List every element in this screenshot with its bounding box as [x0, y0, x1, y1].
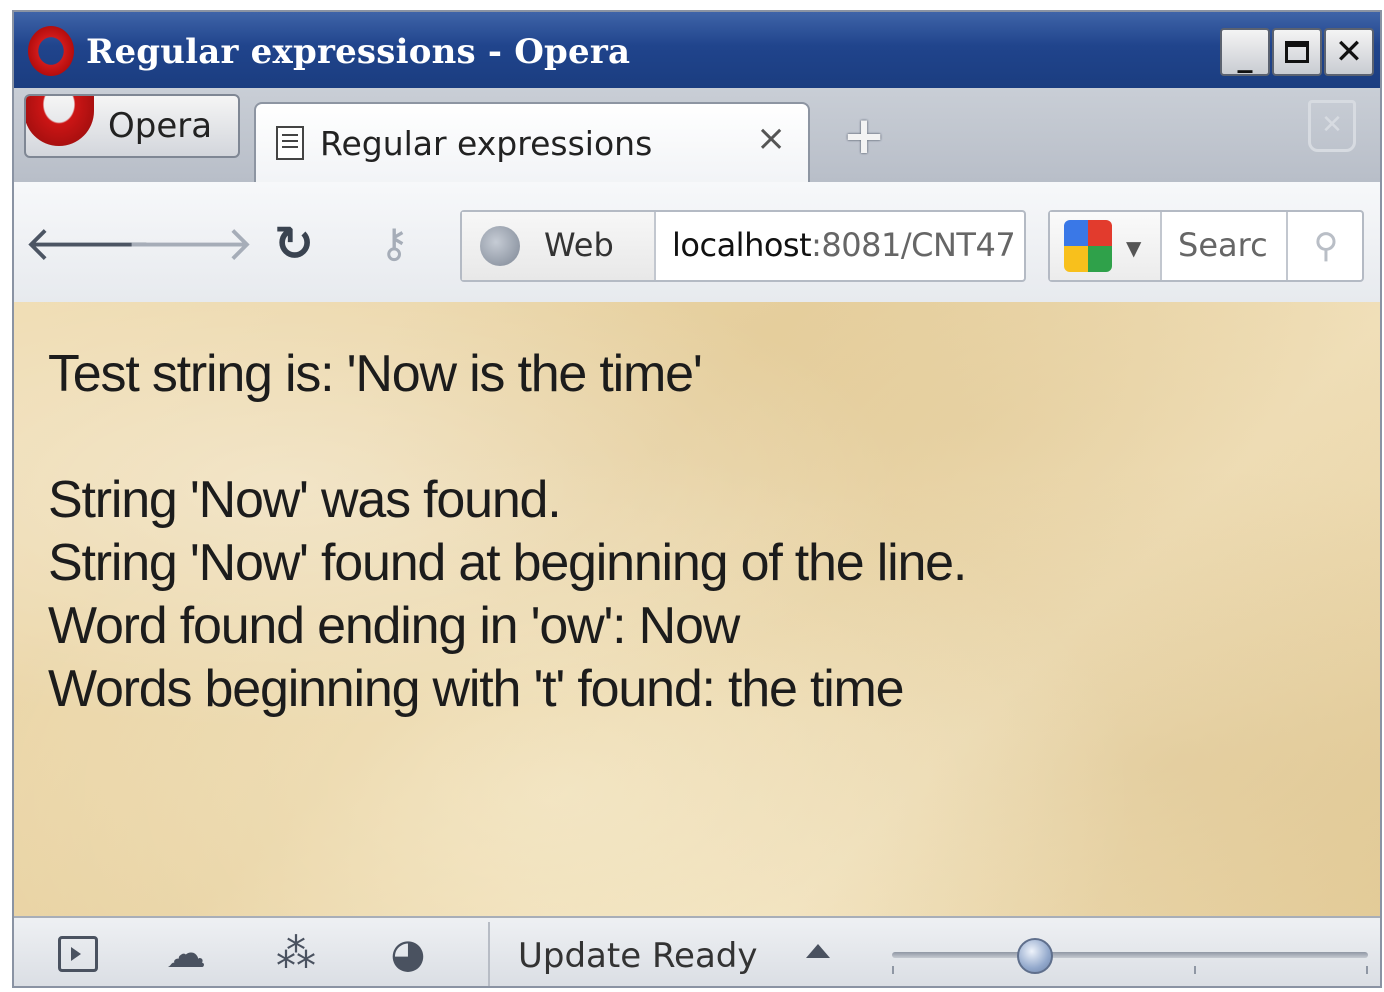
zoom-tick [1194, 966, 1196, 974]
navigation-toolbar: 🡐 🡒 ↻ ⚷ Web localhost:8081/CNT47 ▼ Searc… [14, 182, 1380, 304]
tab-regular-expressions[interactable]: Regular expressions × [254, 102, 810, 186]
result-line: String 'Now' was found. [48, 470, 561, 530]
new-tab-icon[interactable]: + [840, 112, 888, 160]
key-icon[interactable]: ⚷ [364, 218, 424, 270]
opera-menu-button[interactable]: Opera [24, 94, 240, 158]
zoom-slider-handle[interactable] [1017, 938, 1053, 974]
update-arrow-icon[interactable] [806, 944, 830, 958]
url-field[interactable]: localhost:8081/CNT47 [672, 226, 1015, 264]
zoom-tick [1366, 966, 1368, 974]
magnifier-icon[interactable]: ⚲ [1286, 212, 1364, 280]
browser-window: Regular expressions - Opera _ ✕ Opera Re… [12, 10, 1382, 988]
zoom-tick [892, 966, 894, 974]
update-ready-label[interactable]: Update Ready [518, 936, 758, 976]
tab-label: Regular expressions [320, 124, 652, 163]
search-box[interactable]: ▼ Searc ⚲ [1048, 210, 1364, 282]
zoom-slider[interactable] [892, 952, 1368, 958]
back-icon[interactable]: 🡐 [58, 218, 118, 270]
tab-bar: Opera Regular expressions × + ✕ [14, 88, 1380, 183]
page-content: Test string is: 'Now is the time' String… [14, 302, 1380, 916]
address-bar[interactable]: Web localhost:8081/CNT47 [460, 210, 1026, 282]
result-line: Words beginning with 't' found: the time [48, 659, 903, 719]
globe-icon [480, 226, 520, 266]
opera-menu-icon [24, 94, 94, 146]
test-string-line: Test string is: 'Now is the time' [48, 344, 702, 404]
tab-close-icon[interactable]: × [756, 118, 786, 159]
page-icon [276, 126, 304, 160]
reload-icon[interactable]: ↻ [264, 218, 324, 270]
url-host: localhost [672, 226, 811, 264]
closed-tabs-trash-icon[interactable]: ✕ [1308, 100, 1356, 152]
scheme-label: Web [544, 226, 614, 264]
title-bar[interactable]: Regular expressions - Opera _ ✕ [14, 12, 1380, 88]
status-divider [488, 922, 490, 986]
address-scheme-badge[interactable]: Web [462, 212, 656, 280]
minimize-button[interactable]: _ [1220, 28, 1270, 76]
search-engine-selector[interactable]: ▼ [1050, 212, 1162, 280]
status-bar: ☁ ⁂ ◕ Update Ready [14, 916, 1380, 988]
opera-unite-icon[interactable]: ⁂ [272, 932, 320, 976]
google-icon [1064, 220, 1112, 272]
opera-menu-label: Opera [108, 106, 212, 146]
result-line: Word found ending in 'ow': Now [48, 596, 739, 656]
opera-logo-icon [28, 26, 74, 76]
forward-icon[interactable]: 🡒 [160, 218, 220, 270]
panel-toggle-icon[interactable] [54, 932, 102, 976]
search-input[interactable]: Searc [1178, 226, 1282, 264]
opera-turbo-icon[interactable]: ◕ [384, 932, 432, 976]
maximize-button[interactable] [1272, 28, 1322, 76]
window-title: Regular expressions - Opera [86, 32, 630, 72]
result-line: String 'Now' found at beginning of the l… [48, 533, 966, 593]
close-window-button[interactable]: ✕ [1324, 28, 1374, 76]
chevron-down-icon: ▼ [1126, 236, 1141, 260]
opera-link-icon[interactable]: ☁ [162, 932, 210, 976]
url-rest: :8081/CNT47 [811, 226, 1015, 264]
